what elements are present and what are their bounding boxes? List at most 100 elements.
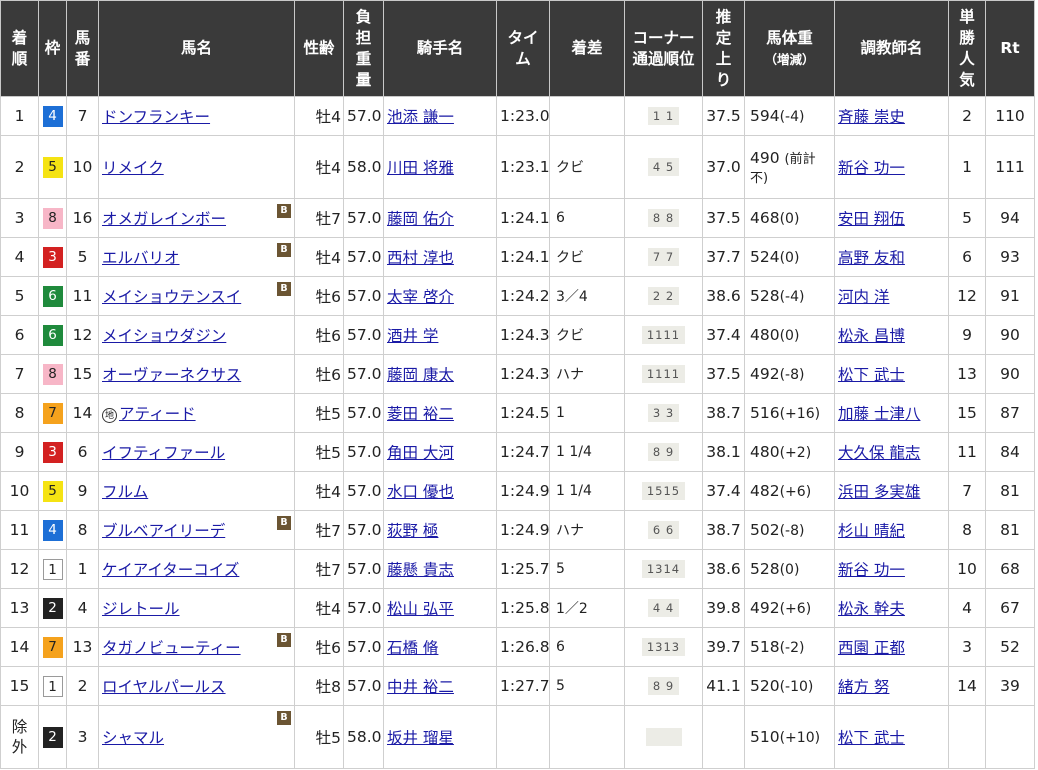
jockey-link[interactable]: 酒井 学: [387, 327, 438, 345]
corner-cell: 6 6: [624, 510, 703, 550]
jockey-link[interactable]: 太宰 啓介: [387, 288, 454, 306]
body-weight-cell: 594(-4): [744, 96, 835, 136]
jockey-link[interactable]: 坂井 瑠星: [387, 729, 454, 747]
trainer-link[interactable]: 緒方 努: [838, 678, 889, 696]
header-popularity[interactable]: 単勝人気: [948, 0, 986, 97]
waku-cell: 5: [38, 471, 67, 511]
jockey-link[interactable]: 藤岡 佑介: [387, 210, 454, 228]
horse-name-link[interactable]: イフティファール: [102, 444, 225, 462]
margin: 3／4: [549, 276, 625, 316]
horse-name-link[interactable]: エルバリオ: [102, 249, 180, 267]
horse-name-link[interactable]: タガノビューティー: [102, 639, 241, 657]
jockey-link[interactable]: 川田 将雅: [387, 159, 454, 177]
jockey-link[interactable]: 藤岡 康太: [387, 366, 454, 384]
trainer-link[interactable]: 斉藤 崇史: [838, 108, 905, 126]
table-row: 除外 2 3 シャマル B 牡5 58.0 坂井 瑠星 510(+10) 松下 武…: [0, 705, 1035, 769]
horse-name-link[interactable]: メイショウダジン: [102, 327, 226, 345]
finish-time: 1:23.1: [496, 135, 550, 199]
trainer-link[interactable]: 新谷 功一: [838, 561, 905, 579]
header-pop-line2: 勝: [959, 28, 975, 47]
trainer-cell: 新谷 功一: [834, 135, 949, 199]
jockey-link[interactable]: 中井 裕二: [387, 678, 454, 696]
horse-name-link[interactable]: フルム: [102, 483, 148, 501]
body-weight: 528: [750, 287, 780, 305]
trainer-link[interactable]: 安田 翔伍: [838, 210, 905, 228]
horse-name-link[interactable]: オーヴァーネクサス: [102, 366, 241, 384]
body-weight-diff: (-4): [779, 289, 805, 305]
header-jockey[interactable]: 騎手名: [383, 0, 497, 97]
carried-weight: 57.0: [343, 315, 384, 355]
trainer-link[interactable]: 松永 幹夫: [838, 600, 905, 618]
blinker-icon: B: [277, 204, 291, 218]
header-rank[interactable]: 着順: [0, 0, 39, 97]
popularity: 7: [948, 471, 986, 511]
corner-cell: 1313: [624, 627, 703, 667]
waku-cell: 8: [38, 354, 67, 394]
header-body-weight[interactable]: 馬体重 （増減）: [744, 0, 835, 97]
header-sex-age[interactable]: 性齢: [294, 0, 344, 97]
jockey-link[interactable]: 池添 謙一: [387, 108, 454, 126]
header-agari[interactable]: 推定上り: [702, 0, 745, 97]
header-name[interactable]: 馬名: [98, 0, 295, 97]
horse-name-link[interactable]: ドンフランキー: [102, 108, 210, 126]
waku-badge: 1: [42, 558, 63, 580]
header-margin-label: 着差: [571, 39, 603, 57]
trainer-link[interactable]: 高野 友和: [838, 249, 905, 267]
jockey-link[interactable]: 角田 大河: [387, 444, 454, 462]
horse-name-link[interactable]: シャマル: [102, 729, 164, 747]
body-weight-cell: 528(-4): [744, 276, 835, 316]
waku-cell: 1: [38, 666, 67, 706]
horse-name-cell: オメガレインボー B: [98, 198, 295, 238]
carried-weight: 58.0: [343, 705, 384, 769]
header-time[interactable]: タイム: [496, 0, 550, 97]
jockey-link[interactable]: 石橋 脩: [387, 639, 438, 657]
header-rank-line2: 順: [11, 49, 28, 68]
trainer-link[interactable]: 西園 正都: [838, 639, 905, 657]
rank-cell: 15: [0, 666, 39, 706]
header-weight[interactable]: 負担重量: [343, 0, 384, 97]
jockey-link[interactable]: 松山 弘平: [387, 600, 454, 618]
trainer-link[interactable]: 松永 昌博: [838, 327, 905, 345]
trainer-link[interactable]: 河内 洋: [838, 288, 889, 306]
body-weight-diff: (-10): [779, 679, 814, 695]
jockey-link[interactable]: 荻野 極: [387, 522, 438, 540]
trainer-link[interactable]: 松下 武士: [838, 366, 905, 384]
horse-name-link[interactable]: メイショウテンスイ: [102, 288, 241, 306]
jockey-link[interactable]: 西村 淳也: [387, 249, 454, 267]
corner-cell: 4 5: [624, 135, 703, 199]
trainer-link[interactable]: 松下 武士: [838, 729, 905, 747]
horse-name-link[interactable]: アティード: [119, 405, 196, 423]
jockey-link[interactable]: 菱田 裕二: [387, 405, 454, 423]
race-result-table: 着順 枠 馬番 馬名 性齢 負担重量 騎手名 タイム 着差 コーナー 通過順位 推…: [0, 0, 1035, 769]
trainer-link[interactable]: 浜田 多実雄: [838, 483, 920, 501]
horse-name-link[interactable]: ロイヤルパールス: [102, 678, 226, 696]
corner-positions: 1111: [641, 326, 686, 345]
trainer-cell: 河内 洋: [834, 276, 949, 316]
header-waku[interactable]: 枠: [38, 0, 67, 97]
trainer-link[interactable]: 加藤 士津八: [838, 405, 920, 423]
sex-age: 牡7: [294, 198, 344, 238]
trainer-link[interactable]: 大久保 龍志: [838, 444, 920, 462]
finish-time: 1:24.5: [496, 393, 550, 433]
waku-cell: 3: [38, 432, 67, 472]
blinker-icon: B: [277, 282, 291, 296]
trainer-cell: 松下 武士: [834, 705, 949, 769]
jockey-link[interactable]: 藤懸 貴志: [387, 561, 454, 579]
horse-name-link[interactable]: オメガレインボー: [102, 210, 226, 228]
horse-name-link[interactable]: リメイク: [102, 159, 164, 177]
header-num[interactable]: 馬番: [66, 0, 99, 97]
trainer-link[interactable]: 新谷 功一: [838, 159, 905, 177]
jockey-link[interactable]: 水口 優也: [387, 483, 454, 501]
header-rt[interactable]: Rt: [985, 0, 1035, 97]
sex-age: 牡6: [294, 627, 344, 667]
horse-name-link[interactable]: ケイアイターコイズ: [102, 561, 239, 579]
horse-name-link[interactable]: ブルベアイリーデ: [102, 522, 225, 540]
margin: 6: [549, 627, 625, 667]
header-trainer[interactable]: 調教師名: [834, 0, 949, 97]
header-corner[interactable]: コーナー 通過順位: [624, 0, 703, 97]
horse-number: 10: [66, 135, 99, 199]
body-weight: 468: [750, 209, 780, 227]
horse-name-link[interactable]: ジレトール: [102, 600, 180, 618]
header-margin[interactable]: 着差: [549, 0, 625, 97]
trainer-link[interactable]: 杉山 晴紀: [838, 522, 905, 540]
